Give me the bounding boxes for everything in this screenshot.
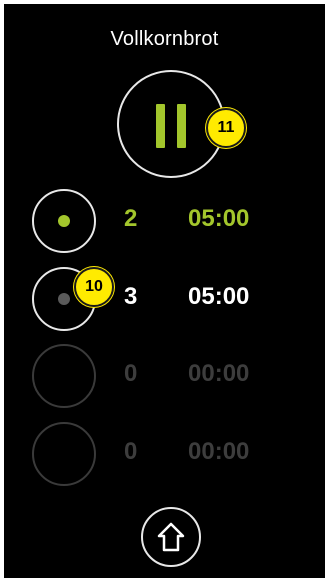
pause-icon-bar (177, 104, 186, 148)
stage-row-1: 2 05:00 (4, 189, 325, 253)
stage-3-select-button[interactable] (32, 344, 96, 408)
step-marker-badge-11: 11 (206, 108, 246, 148)
stage-row-4: 0 00:00 (4, 422, 325, 486)
stage-1-select-button[interactable] (32, 189, 96, 253)
step-marker-badge-10: 10 (74, 267, 114, 307)
stage-3-time: 00:00 (188, 360, 250, 387)
stage-4-count: 0 (124, 438, 138, 465)
stage-active-indicator-icon (58, 215, 70, 227)
stage-row-3: 0 00:00 (4, 344, 325, 408)
stage-row-2: 3 05:00 (4, 267, 325, 331)
stage-4-select-button[interactable] (32, 422, 96, 486)
stage-indicator-icon (58, 293, 70, 305)
stage-1-time: 05:00 (188, 205, 250, 232)
home-icon (157, 522, 185, 552)
pause-icon (156, 104, 165, 148)
program-title: Vollkornbrot (110, 28, 219, 50)
home-button[interactable] (141, 507, 201, 567)
stage-2-time: 05:00 (188, 283, 250, 310)
stage-2-count: 3 (124, 283, 138, 310)
baking-program-screen: Vollkornbrot 11 2 05:00 3 05:00 10 0 00:… (4, 4, 325, 578)
stage-4-time: 00:00 (188, 438, 250, 465)
stage-3-count: 0 (124, 360, 138, 387)
stage-1-count: 2 (124, 205, 138, 232)
